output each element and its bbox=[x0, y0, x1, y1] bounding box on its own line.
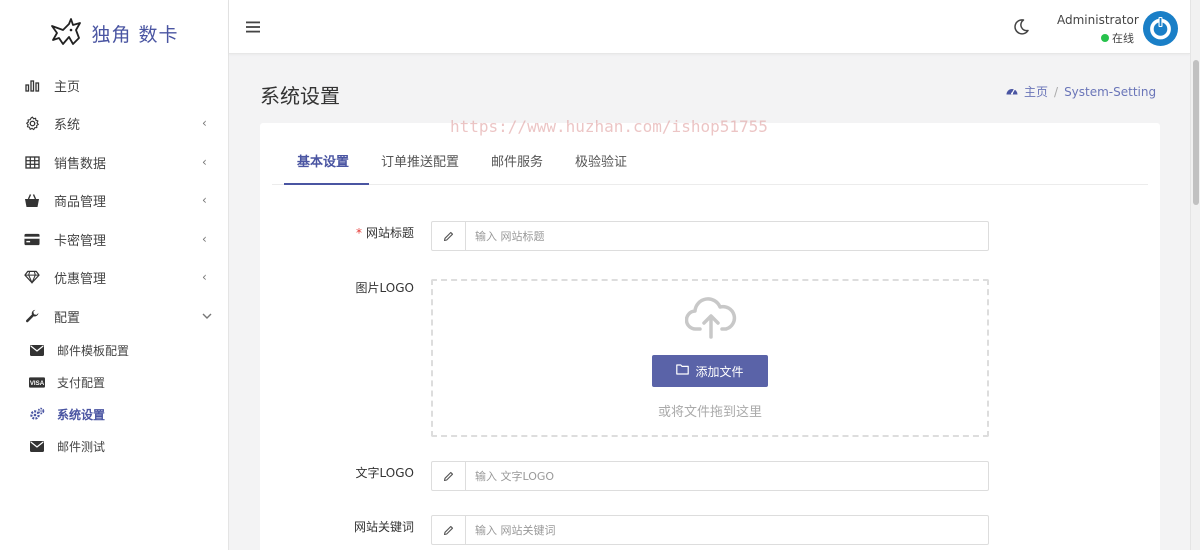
chevron-left-icon: ‹ bbox=[202, 270, 207, 284]
sidebar-subitem-mail-template[interactable]: 邮件模板配置 bbox=[0, 335, 229, 365]
bar-chart-icon bbox=[24, 77, 40, 93]
active-tab-indicator bbox=[284, 183, 369, 185]
text-logo-label: 文字LOGO bbox=[355, 466, 414, 480]
sidebar-item-system[interactable]: 系统 ‹ bbox=[0, 104, 229, 142]
text-logo-input[interactable] bbox=[466, 462, 988, 490]
sidebar: 独角 数卡 主页 系统 ‹ 销售数据 ‹ 商品管理 ‹ 卡密管理 ‹ 优惠管理 … bbox=[0, 0, 229, 550]
visa-card-icon: VISA bbox=[29, 375, 45, 389]
breadcrumb-home-link[interactable]: 主页 bbox=[1024, 83, 1048, 100]
sidebar-item-label: 销售数据 bbox=[54, 156, 107, 172]
cogs-icon bbox=[29, 407, 45, 421]
moon-icon[interactable] bbox=[1012, 18, 1030, 40]
sidebar-item-discounts[interactable]: 优惠管理 ‹ bbox=[0, 258, 229, 296]
brand[interactable]: 独角 数卡 bbox=[0, 0, 228, 66]
sidebar-item-label: 优惠管理 bbox=[54, 271, 107, 287]
logo-dropzone[interactable]: 添加文件 或将文件拖到这里 bbox=[431, 279, 989, 437]
diamond-icon bbox=[24, 269, 40, 285]
scrollbar-thumb[interactable] bbox=[1193, 60, 1199, 205]
user-status: 在线 bbox=[1101, 30, 1134, 46]
cloud-upload-icon bbox=[684, 295, 737, 343]
breadcrumb-current: System-Setting bbox=[1064, 84, 1157, 99]
sidebar-subitem-label: 支付配置 bbox=[57, 375, 106, 390]
tab-geetest[interactable]: 极验验证 bbox=[575, 151, 627, 170]
brand-name: 独角 数卡 bbox=[91, 23, 179, 46]
site-title-label: * 网站标题 bbox=[264, 224, 414, 241]
avatar[interactable] bbox=[1143, 11, 1178, 46]
page-scrollbar[interactable] bbox=[1190, 0, 1200, 550]
credit-card-icon bbox=[24, 231, 40, 247]
sidebar-subitem-label: 邮件模板配置 bbox=[57, 343, 130, 358]
settings-card: 基本设置 订单推送配置 邮件服务 极验验证 *网站标题 图片LOGO 添加文件 … bbox=[260, 123, 1160, 550]
site-title-input-group bbox=[431, 221, 989, 251]
tab-basic-settings[interactable]: 基本设置 bbox=[297, 151, 349, 170]
site-title-input[interactable] bbox=[466, 222, 988, 250]
breadcrumb-separator: / bbox=[1054, 84, 1059, 99]
sidebar-item-products[interactable]: 商品管理 ‹ bbox=[0, 181, 229, 219]
sidebar-item-label: 系统 bbox=[54, 117, 81, 133]
keywords-label: 网站关键词 bbox=[353, 520, 414, 534]
text-logo-input-group bbox=[431, 461, 989, 491]
pencil-icon bbox=[432, 516, 466, 544]
gear-icon bbox=[24, 115, 40, 131]
keywords-input-group bbox=[431, 515, 989, 545]
keywords-input[interactable] bbox=[466, 516, 988, 544]
add-file-button[interactable]: 添加文件 bbox=[652, 355, 768, 387]
top-navbar: Administrator 在线 bbox=[229, 0, 1190, 54]
tab-mail-service[interactable]: 邮件服务 bbox=[491, 151, 543, 170]
dashboard-icon bbox=[1006, 85, 1018, 99]
drop-hint: 或将文件拖到这里 bbox=[657, 405, 762, 420]
hamburger-menu-icon[interactable] bbox=[246, 18, 260, 37]
sidebar-subitem-system-settings[interactable]: 系统设置 bbox=[0, 399, 229, 429]
user-name[interactable]: Administrator bbox=[1057, 13, 1139, 27]
chevron-left-icon: ‹ bbox=[202, 155, 207, 169]
svg-text:VISA: VISA bbox=[30, 379, 45, 386]
chevron-left-icon: ‹ bbox=[202, 116, 207, 130]
sidebar-subitem-mail-test[interactable]: 邮件测试 bbox=[0, 431, 229, 461]
sidebar-subitem-payment[interactable]: VISA 支付配置 bbox=[0, 367, 229, 397]
logo-image-label: 图片LOGO bbox=[355, 281, 414, 295]
chevron-down-icon bbox=[202, 309, 212, 323]
online-dot-icon bbox=[1101, 34, 1109, 42]
settings-tabs: 基本设置 订单推送配置 邮件服务 极验验证 bbox=[272, 139, 1148, 185]
user-status-text: 在线 bbox=[1112, 32, 1134, 45]
sidebar-item-home[interactable]: 主页 bbox=[0, 66, 229, 104]
sidebar-item-cards[interactable]: 卡密管理 ‹ bbox=[0, 220, 229, 258]
pencil-icon bbox=[432, 462, 466, 490]
sidebar-item-label: 商品管理 bbox=[54, 194, 107, 210]
chevron-left-icon: ‹ bbox=[202, 193, 207, 207]
envelope-icon bbox=[29, 343, 45, 357]
sidebar-item-config[interactable]: 配置 bbox=[0, 297, 229, 335]
breadcrumb: 主页 / System-Setting bbox=[1006, 83, 1156, 100]
shopping-bag-icon bbox=[24, 192, 40, 208]
sidebar-subitem-label: 系统设置 bbox=[57, 407, 106, 422]
site-title-label-text: 网站标题 bbox=[365, 226, 414, 240]
required-mark: * bbox=[355, 226, 362, 240]
envelope-icon bbox=[29, 439, 45, 453]
wrench-icon bbox=[24, 308, 40, 324]
table-icon bbox=[24, 154, 40, 170]
sidebar-item-sales[interactable]: 销售数据 ‹ bbox=[0, 143, 229, 181]
chevron-left-icon: ‹ bbox=[202, 232, 207, 246]
sidebar-item-label: 卡密管理 bbox=[54, 233, 107, 249]
sidebar-item-label: 配置 bbox=[54, 310, 81, 326]
sidebar-item-label: 主页 bbox=[54, 79, 81, 95]
sidebar-subitem-label: 邮件测试 bbox=[57, 439, 106, 454]
page-title: 系统设置 bbox=[260, 84, 340, 108]
pencil-icon bbox=[432, 222, 466, 250]
tab-order-push[interactable]: 订单推送配置 bbox=[381, 151, 459, 170]
folder-icon bbox=[676, 364, 690, 378]
add-file-button-label: 添加文件 bbox=[695, 364, 744, 379]
unicorn-logo-icon bbox=[49, 18, 83, 48]
